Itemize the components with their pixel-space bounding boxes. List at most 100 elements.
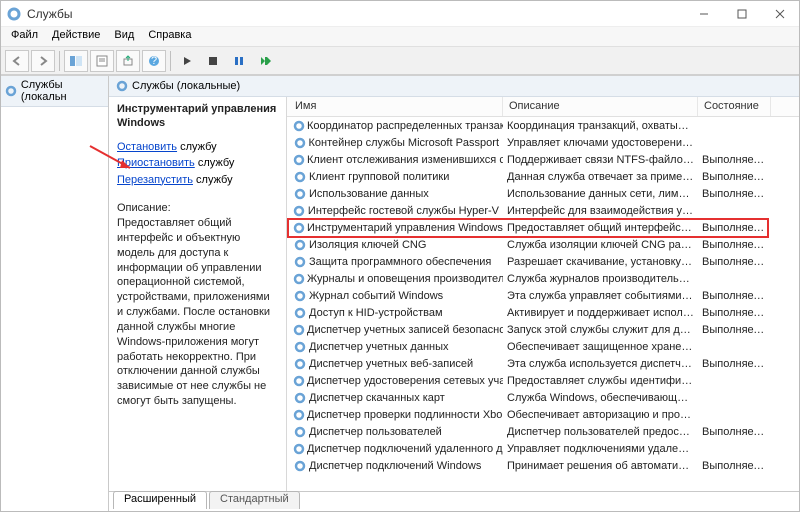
table-row[interactable]: Журналы и оповещения производитель…Служб…: [287, 270, 799, 287]
cell-name: Диспетчер учетных данных: [289, 340, 503, 354]
cell-state: Выполняется: [698, 188, 771, 200]
cell-description: Разрешает скачивание, установку и при…: [503, 256, 698, 268]
table-row[interactable]: Координатор распределенных транзакКоорди…: [287, 117, 799, 134]
detail-pane: Инструментарий управления Windows Остано…: [109, 97, 287, 491]
table-row[interactable]: Диспетчер подключений удаленного д…Управ…: [287, 440, 799, 457]
svg-text:?: ?: [151, 55, 157, 67]
help-button[interactable]: ?: [142, 50, 166, 72]
service-icon: [293, 119, 305, 133]
cell-description: Интерфейс для взаимодействия узла Hy…: [503, 205, 698, 217]
table-row[interactable]: Инструментарий управления WindowsПредост…: [287, 219, 799, 236]
back-button[interactable]: [5, 50, 29, 72]
service-list[interactable]: Координатор распределенных транзакКоорди…: [287, 117, 799, 491]
service-icon: [293, 289, 307, 303]
toolbar-separator: [170, 51, 171, 71]
toolbar-separator: [59, 51, 60, 71]
restart-suffix: службу: [193, 174, 233, 186]
start-service-button[interactable]: [175, 50, 199, 72]
table-row[interactable]: Диспетчер учетных веб-записейЭта служба …: [287, 355, 799, 372]
table-row[interactable]: Защита программного обеспеченияРазрешает…: [287, 253, 799, 270]
cell-description: Активирует и поддерживает использова…: [503, 307, 698, 319]
table-row[interactable]: Диспетчер проверки подлинности Xbo…Обесп…: [287, 406, 799, 423]
table-row[interactable]: Диспетчер пользователейДиспетчер пользов…: [287, 423, 799, 440]
service-icon: [293, 255, 307, 269]
cell-state: Выполняется: [698, 307, 771, 319]
menu-help[interactable]: Справка: [148, 29, 191, 44]
services-window: Службы Файл Действие Вид Справка ? Служб…: [0, 0, 800, 512]
cell-state: Выполняется: [698, 460, 771, 472]
col-state[interactable]: Состояние: [698, 97, 771, 116]
stop-link[interactable]: Остановить: [117, 141, 177, 153]
service-icon: [293, 323, 305, 337]
content-body: Службы (локальн Службы (локальные) Инстр…: [1, 75, 799, 511]
tab-standard[interactable]: Стандартный: [209, 491, 300, 509]
cell-description: Служба журналов производительности…: [503, 273, 698, 285]
cell-state: Выполняется: [698, 426, 771, 438]
description-label: Описание:: [117, 202, 278, 214]
table-row[interactable]: Изоляция ключей CNGСлужба изоляции ключе…: [287, 236, 799, 253]
properties-button[interactable]: [90, 50, 114, 72]
services-icon: [5, 84, 18, 98]
service-icon: [293, 357, 307, 371]
service-icon: [293, 136, 306, 150]
cell-description: Эта служба управляет событиями и жу…: [503, 290, 698, 302]
table-row[interactable]: Интерфейс гостевой службы Hyper-VИнтерфе…: [287, 202, 799, 219]
cell-state: Выполняется: [698, 154, 771, 166]
menu-file[interactable]: Файл: [11, 29, 38, 44]
app-icon: [7, 7, 21, 21]
restart-link[interactable]: Перезапустить: [117, 174, 193, 186]
cell-description: Координация транзакций, охватывающ…: [503, 120, 698, 132]
cell-description: Управляет ключами удостоверений лок…: [503, 137, 698, 149]
service-icon: [293, 170, 307, 184]
service-icon: [293, 204, 306, 218]
table-row[interactable]: Клиент групповой политикиДанная служба о…: [287, 168, 799, 185]
table-row[interactable]: Журнал событий WindowsЭта служба управля…: [287, 287, 799, 304]
tabs-area: Расширенный Стандартный: [109, 491, 799, 511]
table-row[interactable]: Контейнер службы Microsoft PassportУправ…: [287, 134, 799, 151]
cell-state: Выполняется: [698, 324, 771, 336]
minimize-button[interactable]: [685, 2, 723, 26]
table-row[interactable]: Диспетчер скачанных картСлужба Windows, …: [287, 389, 799, 406]
tree-root[interactable]: Службы (локальн: [1, 76, 108, 107]
table-row[interactable]: Клиент отслеживания изменившихся св…Подд…: [287, 151, 799, 168]
cell-name: Доступ к HID-устройствам: [289, 306, 503, 320]
maximize-button[interactable]: [723, 2, 761, 26]
cell-name: Координатор распределенных транзак: [289, 119, 503, 133]
stop-suffix: службу: [177, 141, 217, 153]
table-row[interactable]: Использование данныхИспользование данных…: [287, 185, 799, 202]
forward-button[interactable]: [31, 50, 55, 72]
col-name[interactable]: Имя: [289, 97, 503, 116]
cell-state: Выполняется: [698, 290, 771, 302]
table-row[interactable]: Доступ к HID-устройствамАктивирует и под…: [287, 304, 799, 321]
cell-name: Диспетчер подключений удаленного д…: [289, 442, 503, 456]
table-row[interactable]: Диспетчер учетных данныхОбеспечивает защ…: [287, 338, 799, 355]
show-hide-button[interactable]: [64, 50, 88, 72]
service-icon: [293, 153, 305, 167]
services-icon: [115, 79, 129, 93]
stop-service-button[interactable]: [201, 50, 225, 72]
tab-extended[interactable]: Расширенный: [113, 491, 207, 509]
table-row[interactable]: Диспетчер подключений WindowsПринимает р…: [287, 457, 799, 474]
pause-link[interactable]: Приостановить: [117, 157, 195, 169]
selected-service-title: Инструментарий управления Windows: [117, 103, 278, 131]
table-row[interactable]: Диспетчер учетных записей безопасноЗапус…: [287, 321, 799, 338]
menu-action[interactable]: Действие: [52, 29, 100, 44]
cell-state: Выполняется: [698, 222, 771, 234]
menu-view[interactable]: Вид: [114, 29, 134, 44]
tree-pane[interactable]: Службы (локальн: [1, 76, 109, 511]
pause-suffix: службу: [195, 157, 235, 169]
main-header: Службы (локальные): [109, 76, 799, 97]
cell-description: Служба Windows, обеспечивающая дост…: [503, 392, 698, 404]
service-icon: [293, 187, 307, 201]
close-button[interactable]: [761, 2, 799, 26]
restart-service-button[interactable]: [253, 50, 277, 72]
table-row[interactable]: Диспетчер удостоверения сетевых учасПред…: [287, 372, 799, 389]
service-icon: [293, 374, 305, 388]
list-pane: Имя Описание Состояние Координатор распр…: [287, 97, 799, 491]
cell-name: Журналы и оповещения производитель…: [289, 272, 503, 286]
cell-name: Диспетчер подключений Windows: [289, 459, 503, 473]
pause-service-button[interactable]: [227, 50, 251, 72]
col-description[interactable]: Описание: [503, 97, 698, 116]
cell-description: Принимает решения об автоматическо…: [503, 460, 698, 472]
export-button[interactable]: [116, 50, 140, 72]
